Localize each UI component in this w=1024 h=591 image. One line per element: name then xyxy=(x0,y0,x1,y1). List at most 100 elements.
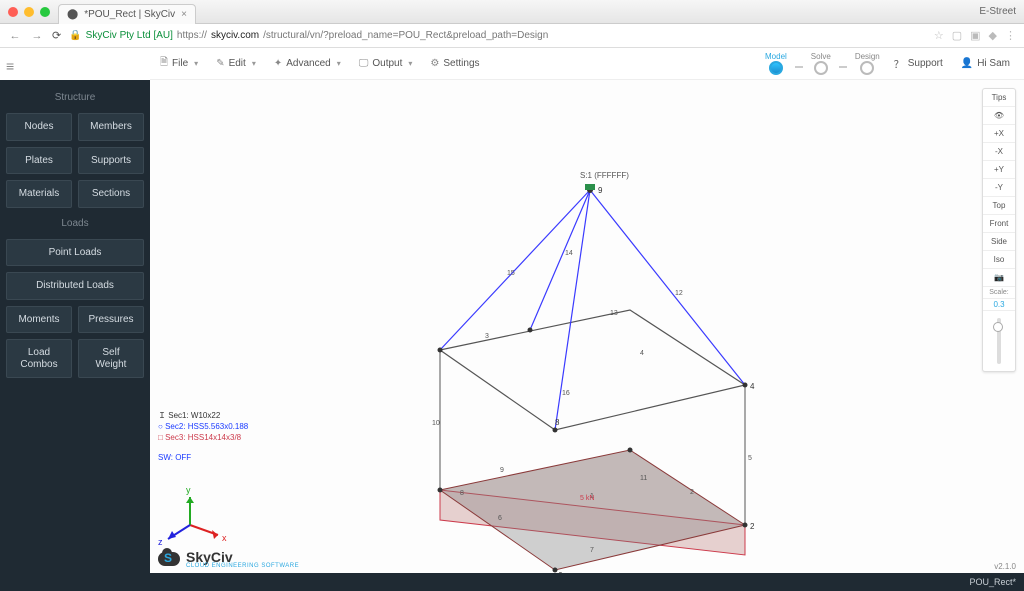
app-shell: ≡ 🗎 File ✎Edit ✦ Advanced 🖵Output ⚙Setting… xyxy=(0,48,1024,591)
svg-text:6: 6 xyxy=(498,515,502,522)
view-top[interactable]: Top xyxy=(983,197,1015,215)
browser-tab[interactable]: ⬤ *POU_Rect | SkyCiv × xyxy=(58,4,196,24)
svg-text:11: 11 xyxy=(640,475,647,482)
svg-text:x: x xyxy=(222,533,227,543)
load-combos-button[interactable]: Load Combos xyxy=(6,339,72,378)
tab-close-icon[interactable]: × xyxy=(181,9,187,20)
logo-sub: CLOUD ENGINEERING SOFTWARE xyxy=(186,563,299,569)
monitor-icon: 🖵 xyxy=(359,58,369,69)
ext1-icon[interactable]: ▣ xyxy=(970,29,980,42)
svg-text:7: 7 xyxy=(590,547,594,554)
minimize-window-button[interactable] xyxy=(24,7,34,17)
view-plus-y[interactable]: +Y xyxy=(983,161,1015,179)
window-controls xyxy=(8,7,50,17)
svg-text:4: 4 xyxy=(750,382,755,391)
step-solve-label: Solve xyxy=(811,52,831,61)
wrench-icon: ✦ xyxy=(274,58,282,69)
view-minus-y[interactable]: -Y xyxy=(983,179,1015,197)
scale-slider[interactable] xyxy=(983,311,1015,371)
output-menu[interactable]: 🖵Output xyxy=(359,58,413,69)
file-menu[interactable]: 🗎 File xyxy=(160,55,198,72)
svg-text:2: 2 xyxy=(750,522,755,531)
view-minus-x[interactable]: -X xyxy=(983,143,1015,161)
pressures-button[interactable]: Pressures xyxy=(78,306,144,334)
file-icon: 🗎 xyxy=(160,55,168,72)
support-menu[interactable]: ？Support xyxy=(894,56,947,71)
view-front[interactable]: Front xyxy=(983,215,1015,233)
user-icon: 👤 xyxy=(961,58,973,69)
ext2-icon[interactable]: ◆ xyxy=(989,29,997,42)
materials-button[interactable]: Materials xyxy=(6,180,72,208)
edit-menu[interactable]: ✎Edit xyxy=(216,58,256,69)
svg-text:y: y xyxy=(186,485,191,495)
point-loads-button[interactable]: Point Loads xyxy=(6,239,144,267)
sidebar-heading-structure: Structure xyxy=(6,88,144,107)
view-iso[interactable]: Iso xyxy=(983,251,1015,269)
svg-text:10: 10 xyxy=(432,420,440,427)
distributed-loads-button[interactable]: Distributed Loads xyxy=(6,272,144,300)
status-bar: POU_Rect* xyxy=(150,573,1024,591)
file-label: File xyxy=(172,58,188,69)
url-secure-org: SkyCiv Pty Ltd [AU] xyxy=(86,30,173,41)
nav-back-icon[interactable]: ← xyxy=(8,30,22,42)
supports-button[interactable]: Supports xyxy=(78,147,144,175)
user-label: Hi Sam xyxy=(977,58,1010,69)
view-side[interactable]: Side xyxy=(983,233,1015,251)
step-model-label: Model xyxy=(765,52,787,61)
close-window-button[interactable] xyxy=(8,7,18,17)
cast-icon[interactable]: ▢ xyxy=(952,29,962,42)
url-host: skyciv.com xyxy=(211,30,259,41)
support-label: Support xyxy=(908,58,943,69)
star-icon[interactable]: ☆ xyxy=(934,29,944,42)
browser-profile[interactable]: E-Street xyxy=(979,6,1016,17)
legend-sw: SW: OFF xyxy=(158,452,248,463)
hamburger-icon[interactable]: ≡ xyxy=(6,58,14,74)
view-plus-x[interactable]: +X xyxy=(983,125,1015,143)
screenshot-button[interactable]: 📷 xyxy=(983,269,1015,287)
menu-icon[interactable]: ⋮ xyxy=(1005,29,1016,42)
svg-text:5: 5 xyxy=(748,455,752,462)
visibility-button[interactable]: 👁 xyxy=(983,107,1015,125)
sections-button[interactable]: Sections xyxy=(78,180,144,208)
svg-text:8: 8 xyxy=(555,418,560,427)
step-solve[interactable]: Solve xyxy=(811,52,831,75)
svg-text:9: 9 xyxy=(598,186,603,195)
app-toolbar: 🗎File ✎Edit ✦Advanced 🖵Output ⚙Settings … xyxy=(150,48,1024,80)
svg-text:15: 15 xyxy=(507,270,515,277)
plates-button[interactable]: Plates xyxy=(6,147,72,175)
advanced-label: Advanced xyxy=(286,58,330,69)
scale-label: Scale: xyxy=(983,287,1015,299)
tips-button[interactable]: Tips xyxy=(983,89,1015,107)
members-button[interactable]: Members xyxy=(78,113,144,141)
scale-value: 0.3 xyxy=(983,299,1015,311)
svg-text:14: 14 xyxy=(565,250,573,257)
legend-sec3: Sec3: HSS14x14x3/8 xyxy=(165,433,241,442)
model-canvas[interactable]: S:1 (FFFFFF) 9 4 2 6 8 1 2 3 4 5 6 7 8 9… xyxy=(150,80,1024,573)
legend-sec1: Sec1: W10x22 xyxy=(168,411,220,420)
svg-text:4: 4 xyxy=(640,350,644,357)
nodes-button[interactable]: Nodes xyxy=(6,113,72,141)
url-path: /structural/vn/?preload_name=POU_Rect&pr… xyxy=(263,30,548,41)
step-design[interactable]: Design xyxy=(855,52,880,75)
step-design-label: Design xyxy=(855,52,880,61)
advanced-menu[interactable]: ✦ Advanced xyxy=(274,58,341,69)
version-label: v2.1.0 xyxy=(994,562,1016,571)
tab-title: *POU_Rect | SkyCiv xyxy=(84,9,175,20)
svg-text:2: 2 xyxy=(690,489,694,496)
moments-button[interactable]: Moments xyxy=(6,306,72,334)
user-menu[interactable]: 👤 Hi Sam xyxy=(961,58,1014,69)
section-legend: Ｉ Sec1: W10x22 ○ Sec2: HSS5.563x0.188 □ … xyxy=(158,410,248,463)
view-controls: Tips 👁 +X -X +Y -Y Top Front Side Iso 📷 … xyxy=(982,88,1016,372)
settings-menu[interactable]: ⚙Settings xyxy=(430,58,479,69)
maximize-window-button[interactable] xyxy=(40,7,50,17)
self-weight-button[interactable]: Self Weight xyxy=(78,339,144,378)
svg-text:5 kN: 5 kN xyxy=(580,495,594,502)
skyciv-logo: S SkyCiv CLOUD ENGINEERING SOFTWARE xyxy=(158,549,299,569)
nav-reload-icon[interactable]: ⟳ xyxy=(52,29,61,42)
sidebar: Structure Nodes Members Plates Supports … xyxy=(0,80,150,591)
svg-text:8: 8 xyxy=(460,490,464,497)
nav-forward-icon[interactable]: → xyxy=(30,30,44,42)
address-bar[interactable]: 🔒 SkyCiv Pty Ltd [AU] https://skyciv.com… xyxy=(69,30,926,41)
browser-navbar: ← → ⟳ 🔒 SkyCiv Pty Ltd [AU] https://skyc… xyxy=(0,24,1024,48)
step-model[interactable]: Model xyxy=(765,52,787,75)
